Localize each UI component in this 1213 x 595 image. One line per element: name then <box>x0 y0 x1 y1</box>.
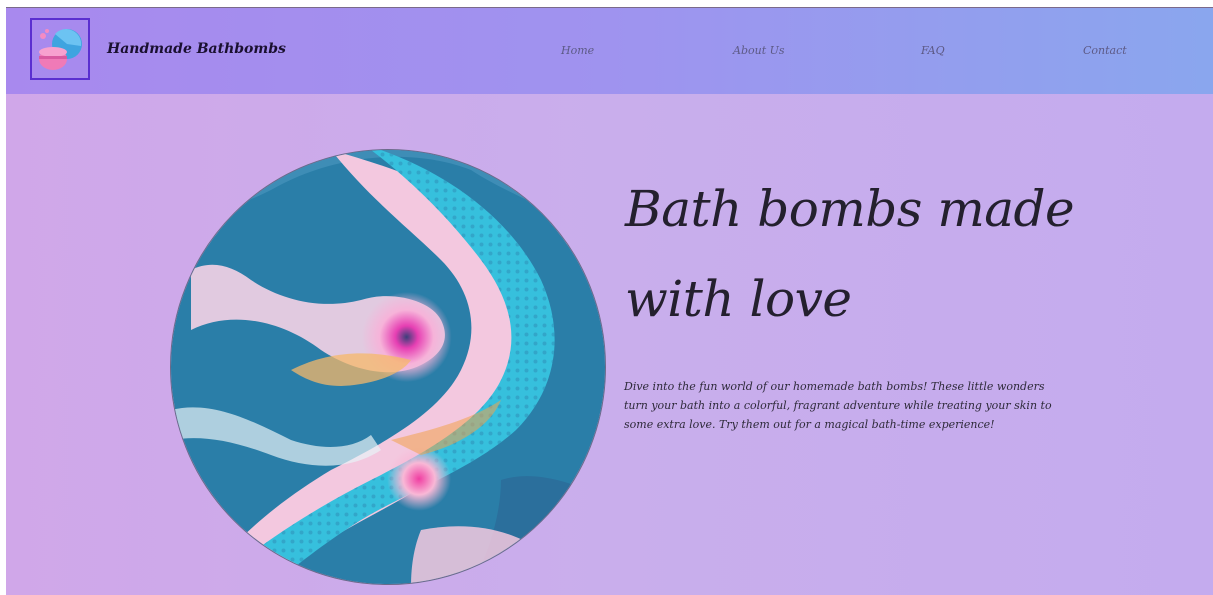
nav-contact[interactable]: Contact <box>1083 44 1127 57</box>
hero-headline-line2: with love <box>625 270 852 328</box>
nav-faq[interactable]: FAQ <box>921 44 945 57</box>
hero-headline: Bath bombs made with love <box>625 164 1105 344</box>
brand-title[interactable]: Handmade Bathbombs <box>107 41 286 57</box>
logo[interactable] <box>30 18 90 80</box>
site-header: Handmade Bathbombs Home About Us FAQ Con… <box>6 8 1213 94</box>
bathbomb-logo-icon <box>39 29 82 70</box>
page: Handmade Bathbombs Home About Us FAQ Con… <box>6 8 1213 595</box>
hero-section: Bath bombs made with love Dive into the … <box>6 94 1213 595</box>
nav-about-us[interactable]: About Us <box>733 44 785 57</box>
nav-home[interactable]: Home <box>561 44 594 57</box>
hero-headline-line1: Bath bombs made <box>625 180 1075 238</box>
bathbomb-swirl-image <box>170 149 606 585</box>
hero-description: Dive into the fun world of our homemade … <box>624 380 1052 431</box>
